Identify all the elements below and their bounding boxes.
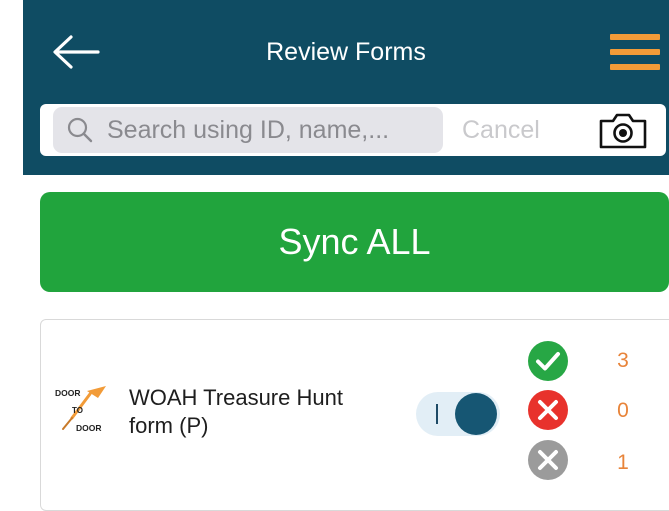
- failed-count: 0: [617, 399, 629, 422]
- form-card[interactable]: DOOR TO DOOR WOAH Treasure Hunt form (P)…: [40, 319, 669, 511]
- search-bar: Search using ID, name,... Cancel: [40, 104, 666, 156]
- door-to-door-logo: DOOR TO DOOR: [55, 386, 106, 433]
- svg-text:TO: TO: [72, 406, 83, 415]
- page-title: Review Forms: [266, 38, 426, 66]
- pending-count: 1: [617, 451, 629, 474]
- svg-text:DOOR: DOOR: [76, 423, 102, 433]
- sync-all-button[interactable]: Sync ALL: [40, 192, 669, 292]
- toggle-on-indicator: [436, 404, 438, 424]
- cancel-button[interactable]: Cancel: [462, 116, 540, 144]
- toggle-knob: [455, 393, 497, 435]
- search-input[interactable]: Search using ID, name,...: [53, 107, 443, 153]
- svg-text:DOOR: DOOR: [55, 388, 81, 398]
- form-toggle[interactable]: [416, 392, 500, 436]
- search-icon: [67, 117, 93, 143]
- hamburger-line: [610, 49, 660, 55]
- form-name: WOAH Treasure Hunt form (P): [129, 385, 343, 438]
- camera-icon: [599, 113, 647, 149]
- camera-button[interactable]: [597, 112, 649, 150]
- check-circle-icon: [528, 341, 568, 381]
- search-placeholder: Search using ID, name,...: [107, 116, 390, 144]
- synced-count: 3: [617, 349, 629, 372]
- hamburger-menu-icon: [610, 34, 660, 40]
- error-circle-icon: [528, 390, 568, 430]
- hamburger-line: [610, 64, 660, 70]
- pending-circle-icon: [528, 440, 568, 480]
- menu-button[interactable]: [610, 34, 660, 70]
